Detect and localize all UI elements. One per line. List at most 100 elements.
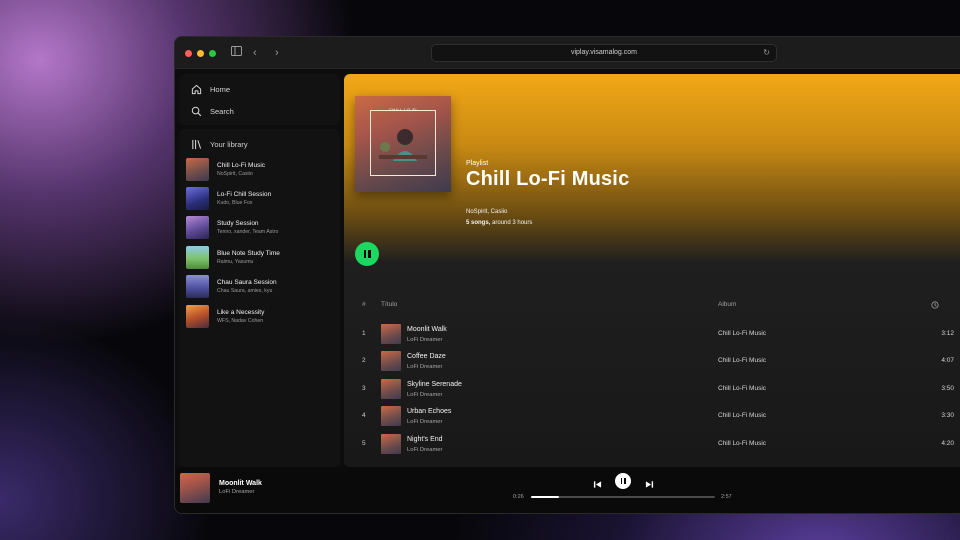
- playlist-view: CHILL LO-FI Playlist Chill Lo-Fi Music N…: [344, 74, 960, 467]
- browser-titlebar: ‹ › viplay.visamalog.com ↻: [175, 37, 960, 69]
- column-header-number: #: [362, 301, 366, 308]
- track-album[interactable]: Chill Lo-Fi Music: [718, 385, 766, 392]
- column-header-album[interactable]: Album: [718, 301, 736, 308]
- library-item-title: Lo-Fi Chill Session: [217, 190, 272, 198]
- track-artist[interactable]: LoFi Dreamer: [407, 419, 442, 425]
- library-item-like-a-necessity[interactable]: Like a Necessity WFS, Nadav Cohen: [186, 304, 336, 328]
- library-item-title: Chau Saura Session: [217, 278, 277, 286]
- cover-frame: [370, 110, 436, 176]
- library-label: Your library: [210, 140, 248, 149]
- table-row[interactable]: 5 Night's End LoFi Dreamer Chill Lo-Fi M…: [344, 431, 960, 458]
- track-number: 3: [362, 385, 366, 392]
- playlist-type-label: Playlist: [466, 160, 489, 167]
- track-title[interactable]: Moonlit Walk: [407, 326, 447, 333]
- library-panel: Your library Chill Lo-Fi Music NoSpirit, …: [179, 129, 340, 467]
- track-album[interactable]: Chill Lo-Fi Music: [718, 357, 766, 364]
- nav-home[interactable]: Home: [191, 84, 230, 95]
- now-playing-artist[interactable]: LoFi Dreamer: [219, 489, 254, 495]
- current-time: 0:26: [513, 494, 524, 500]
- library-item-subtitle: NoSpirit, Casiio: [217, 170, 253, 177]
- track-artist[interactable]: LoFi Dreamer: [407, 392, 442, 398]
- total-time: 2:57: [721, 494, 732, 500]
- nav-search[interactable]: Search: [191, 106, 234, 117]
- track-artist[interactable]: LoFi Dreamer: [407, 337, 442, 343]
- track-number: 5: [362, 440, 366, 447]
- library-item-subtitle: WFS, Nadav Cohen: [217, 317, 264, 324]
- nav-search-label: Search: [210, 107, 234, 116]
- playlist-duration: around 3 hours: [492, 220, 533, 226]
- playlist-cover: CHILL LO-FI: [355, 96, 451, 192]
- track-title[interactable]: Urban Echoes: [407, 408, 451, 415]
- playlist-meta: 5 songs, around 3 hours: [466, 220, 532, 226]
- library-header[interactable]: Your library: [191, 139, 248, 150]
- previous-track-button[interactable]: [593, 476, 602, 494]
- track-duration: 3:12: [941, 330, 954, 337]
- track-thumbnail: [381, 434, 401, 454]
- skip-back-icon: [593, 481, 602, 488]
- library-item-subtitle: Raimu, Yasumu: [217, 258, 254, 265]
- track-thumbnail: [381, 379, 401, 399]
- track-number: 2: [362, 357, 366, 364]
- close-window-button[interactable]: [185, 50, 192, 57]
- cover-caption: CHILL LO-FI: [388, 107, 418, 112]
- browser-window: ‹ › viplay.visamalog.com ↻ Home Search Y…: [174, 36, 960, 514]
- track-duration: 3:30: [941, 412, 954, 419]
- playlist-thumbnail: [186, 274, 209, 298]
- sidebar-nav: Home Search: [179, 74, 340, 125]
- table-row[interactable]: 3 Skyline Serenade LoFi Dreamer Chill Lo…: [344, 376, 960, 403]
- track-artist[interactable]: LoFi Dreamer: [407, 364, 442, 370]
- pause-icon: [363, 250, 371, 258]
- table-row[interactable]: 2 Coffee Daze LoFi Dreamer Chill Lo-Fi M…: [344, 348, 960, 375]
- track-artist[interactable]: LoFi Dreamer: [407, 447, 442, 453]
- track-title[interactable]: Skyline Serenade: [407, 381, 462, 388]
- track-title[interactable]: Night's End: [407, 436, 443, 443]
- playlist-thumbnail: [186, 186, 209, 210]
- library-item-title: Blue Note Study Time: [217, 249, 280, 257]
- home-icon: [191, 84, 202, 95]
- now-playing-thumbnail: [180, 473, 210, 503]
- address-bar[interactable]: viplay.visamalog.com ↻: [431, 44, 777, 62]
- url-text: viplay.visamalog.com: [570, 49, 637, 56]
- nav-home-label: Home: [210, 85, 231, 94]
- player-bar: Moonlit Walk LoFi Dreamer 0:26 2:57: [175, 467, 960, 513]
- library-item-title: Chill Lo-Fi Music: [217, 161, 266, 169]
- library-item-subtitle: Chau Saura, amies, kyu: [217, 287, 273, 294]
- track-title[interactable]: Coffee Daze: [407, 353, 446, 360]
- track-duration: 4:07: [941, 357, 954, 364]
- minimize-window-button[interactable]: [197, 50, 204, 57]
- clock-icon: [931, 301, 939, 309]
- track-album[interactable]: Chill Lo-Fi Music: [718, 412, 766, 419]
- library-item-subtitle: Kudo, Blue Fox: [217, 199, 253, 206]
- cover-illustration: [379, 129, 427, 161]
- column-header-duration: [931, 301, 939, 311]
- library-item-subtitle: Tenno, xander, Team Astro: [217, 228, 279, 235]
- track-album[interactable]: Chill Lo-Fi Music: [718, 440, 766, 447]
- table-row[interactable]: 1 Moonlit Walk LoFi Dreamer Chill Lo-Fi …: [344, 321, 960, 348]
- next-track-button[interactable]: [645, 476, 654, 494]
- library-item-chill-lofi-music[interactable]: Chill Lo-Fi Music NoSpirit, Casiio: [186, 157, 336, 181]
- playlist-title: Chill Lo-Fi Music: [466, 168, 630, 190]
- back-icon[interactable]: ‹: [253, 46, 257, 60]
- forward-icon[interactable]: ›: [275, 46, 279, 60]
- track-thumbnail: [381, 351, 401, 371]
- library-item-title: Study Session: [217, 219, 259, 227]
- maximize-window-button[interactable]: [209, 50, 216, 57]
- playlist-thumbnail: [186, 215, 209, 239]
- track-thumbnail: [381, 324, 401, 344]
- now-playing-title[interactable]: Moonlit Walk: [219, 480, 262, 487]
- library-item-lofi-chill-session[interactable]: Lo-Fi Chill Session Kudo, Blue Fox: [186, 186, 336, 210]
- sidebar-toggle-icon[interactable]: [231, 46, 242, 60]
- table-row[interactable]: 4 Urban Echoes LoFi Dreamer Chill Lo-Fi …: [344, 403, 960, 430]
- playlist-song-count: 5 songs,: [466, 220, 491, 226]
- library-item-study-session[interactable]: Study Session Tenno, xander, Team Astro: [186, 215, 336, 239]
- pause-icon: [620, 478, 626, 484]
- track-album[interactable]: Chill Lo-Fi Music: [718, 330, 766, 337]
- library-icon: [192, 139, 202, 150]
- library-item-chau-saura-session[interactable]: Chau Saura Session Chau Saura, amies, kyu: [186, 274, 336, 298]
- reload-icon[interactable]: ↻: [763, 45, 770, 61]
- pause-button[interactable]: [615, 473, 631, 489]
- playlist-pause-button[interactable]: [355, 242, 379, 266]
- library-item-blue-note-study-time[interactable]: Blue Note Study Time Raimu, Yasumu: [186, 245, 336, 269]
- progress-bar[interactable]: [531, 496, 715, 498]
- column-header-title[interactable]: Título: [381, 301, 397, 308]
